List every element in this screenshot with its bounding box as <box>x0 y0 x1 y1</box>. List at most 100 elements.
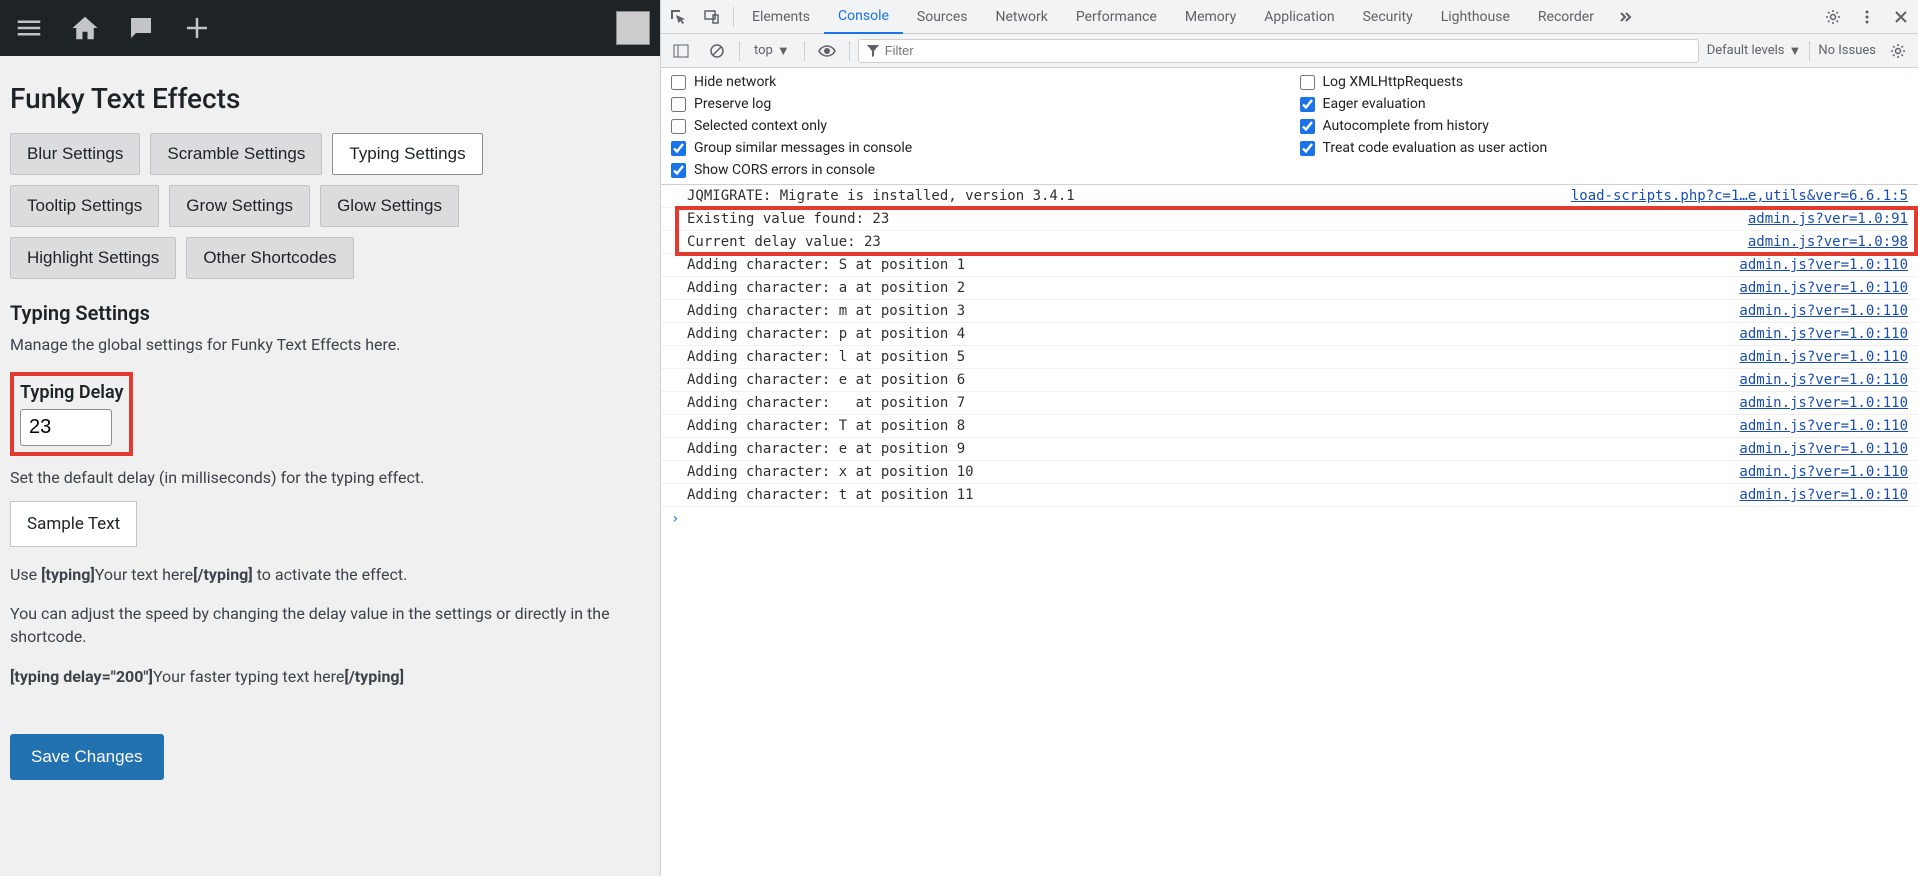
checkbox-label: Eager evaluation <box>1323 96 1426 112</box>
inspect-icon[interactable] <box>661 0 695 34</box>
usage-close-tag: [/typing] <box>193 565 253 584</box>
tab-glow-settings[interactable]: Glow Settings <box>320 185 459 227</box>
tab-tooltip-settings[interactable]: Tooltip Settings <box>10 185 159 227</box>
usage-paragraph: Use [typing]Your text here[/typing] to a… <box>10 563 650 586</box>
checkbox[interactable] <box>1300 75 1315 90</box>
issues-link[interactable]: No Issues <box>1818 43 1876 58</box>
clear-console-icon[interactable] <box>703 37 731 65</box>
log-message: Adding character: a at position 2 <box>687 280 1739 296</box>
console-setting-checkbox[interactable]: Autocomplete from history <box>1300 118 1918 134</box>
devtools-panel: ElementsConsoleSourcesNetworkPerformance… <box>660 0 1918 876</box>
console-settings-panel: Hide network Preserve log Selected context… <box>661 68 1918 185</box>
tabs-row-2: Tooltip Settings Grow Settings Glow Sett… <box>10 185 650 227</box>
checkbox[interactable] <box>671 119 686 134</box>
save-changes-button[interactable]: Save Changes <box>10 734 164 780</box>
log-source-link[interactable]: admin.js?ver=1.0:110 <box>1739 395 1908 411</box>
log-source-link[interactable]: admin.js?ver=1.0:110 <box>1739 257 1908 273</box>
log-source-link[interactable]: admin.js?ver=1.0:98 <box>1748 234 1908 250</box>
user-avatar[interactable] <box>616 11 650 45</box>
console-setting-checkbox[interactable]: Selected context only <box>671 118 1290 134</box>
dropdown-icon: ▼ <box>777 43 790 59</box>
usage-open-tag: [typing] <box>41 565 95 584</box>
checkbox[interactable] <box>671 141 686 156</box>
dropdown-icon: ▼ <box>1788 43 1801 59</box>
console-setting-checkbox[interactable]: Treat code evaluation as user action <box>1300 140 1918 156</box>
add-icon[interactable] <box>172 3 222 53</box>
console-setting-checkbox[interactable]: Eager evaluation <box>1300 96 1918 112</box>
console-setting-checkbox[interactable]: Group similar messages in console <box>671 140 1290 156</box>
wp-admin-toolbar <box>0 0 660 56</box>
log-source-link[interactable]: admin.js?ver=1.0:110 <box>1739 372 1908 388</box>
log-source-link[interactable]: admin.js?ver=1.0:110 <box>1739 326 1908 342</box>
log-source-link[interactable]: admin.js?ver=1.0:110 <box>1739 441 1908 457</box>
devtools-tab-network[interactable]: Network <box>982 0 1062 34</box>
log-source-link[interactable]: admin.js?ver=1.0:110 <box>1739 418 1908 434</box>
devtools-tab-elements[interactable]: Elements <box>738 0 824 34</box>
devtools-tab-performance[interactable]: Performance <box>1062 0 1171 34</box>
context-label: top <box>754 43 773 58</box>
console-log-line: JQMIGRATE: Migrate is installed, version… <box>661 185 1918 208</box>
checkbox-label: Show CORS errors in console <box>694 162 875 178</box>
log-source-link[interactable]: admin.js?ver=1.0:110 <box>1739 280 1908 296</box>
checkbox[interactable] <box>671 75 686 90</box>
log-source-link[interactable]: load-scripts.php?c=1…e,utils&ver=6.6.1:5 <box>1571 188 1908 204</box>
kebab-menu-icon[interactable] <box>1850 0 1884 34</box>
console-settings-gear-icon[interactable] <box>1884 37 1912 65</box>
checkbox[interactable] <box>1300 119 1315 134</box>
example-paragraph: [typing delay="200"]Your faster typing t… <box>10 665 650 688</box>
devtools-tab-lighthouse[interactable]: Lighthouse <box>1427 0 1524 34</box>
tab-typing-settings[interactable]: Typing Settings <box>332 133 482 175</box>
tab-highlight-settings[interactable]: Highlight Settings <box>10 237 176 279</box>
console-log-line: Current delay value: 23admin.js?ver=1.0:… <box>661 231 1918 254</box>
console-setting-checkbox[interactable]: Log XMLHttpRequests <box>1300 74 1918 90</box>
devtools-tab-recorder[interactable]: Recorder <box>1524 0 1608 34</box>
more-tabs-icon[interactable] <box>1608 0 1642 34</box>
comment-icon[interactable] <box>116 3 166 53</box>
checkbox[interactable] <box>1300 97 1315 112</box>
page-title: Funky Text Effects <box>10 82 650 115</box>
checkbox-label: Preserve log <box>694 96 771 112</box>
context-selector[interactable]: top ▼ <box>748 43 796 59</box>
devtools-tab-console[interactable]: Console <box>824 0 903 34</box>
devtools-tab-application[interactable]: Application <box>1250 0 1348 34</box>
live-expression-icon[interactable] <box>813 37 841 65</box>
devtools-tab-sources[interactable]: Sources <box>903 0 982 34</box>
checkbox[interactable] <box>671 97 686 112</box>
checkbox[interactable] <box>1300 141 1315 156</box>
close-devtools-icon[interactable] <box>1884 0 1918 34</box>
filter-input[interactable] <box>885 43 1690 58</box>
log-source-link[interactable]: admin.js?ver=1.0:110 <box>1739 487 1908 503</box>
log-levels-selector[interactable]: Default levels ▼ <box>1707 43 1802 59</box>
console-log-line: Adding character: S at position 1admin.j… <box>661 254 1918 277</box>
console-log-line: Existing value found: 23admin.js?ver=1.0… <box>661 208 1918 231</box>
log-message: Adding character: p at position 4 <box>687 326 1739 342</box>
typing-delay-input[interactable] <box>20 409 112 446</box>
settings-gear-icon[interactable] <box>1816 0 1850 34</box>
section-heading: Typing Settings <box>10 301 650 325</box>
console-setting-checkbox[interactable]: Preserve log <box>671 96 1290 112</box>
example-close-tag: [/typing] <box>344 667 404 686</box>
toggle-sidebar-icon[interactable] <box>667 37 695 65</box>
device-toggle-icon[interactable] <box>695 0 729 34</box>
devtools-tab-security[interactable]: Security <box>1349 0 1427 34</box>
log-source-link[interactable]: admin.js?ver=1.0:110 <box>1739 349 1908 365</box>
log-message: Adding character: e at position 9 <box>687 441 1739 457</box>
log-source-link[interactable]: admin.js?ver=1.0:110 <box>1739 303 1908 319</box>
checkbox-label: Autocomplete from history <box>1323 118 1489 134</box>
console-setting-checkbox[interactable]: Hide network <box>671 74 1290 90</box>
tab-scramble-settings[interactable]: Scramble Settings <box>150 133 322 175</box>
tab-other-shortcodes[interactable]: Other Shortcodes <box>186 237 353 279</box>
checkbox[interactable] <box>671 163 686 178</box>
console-setting-checkbox[interactable]: Show CORS errors in console <box>671 162 1290 178</box>
tab-grow-settings[interactable]: Grow Settings <box>169 185 310 227</box>
menu-icon[interactable] <box>4 3 54 53</box>
log-source-link[interactable]: admin.js?ver=1.0:110 <box>1739 464 1908 480</box>
checkbox-label: Hide network <box>694 74 776 90</box>
home-icon[interactable] <box>60 3 110 53</box>
console-prompt[interactable]: › <box>661 507 1918 531</box>
log-message: Adding character: at position 7 <box>687 395 1739 411</box>
checkbox-label: Group similar messages in console <box>694 140 912 156</box>
tab-blur-settings[interactable]: Blur Settings <box>10 133 140 175</box>
devtools-tab-memory[interactable]: Memory <box>1171 0 1250 34</box>
log-source-link[interactable]: admin.js?ver=1.0:91 <box>1748 211 1908 227</box>
